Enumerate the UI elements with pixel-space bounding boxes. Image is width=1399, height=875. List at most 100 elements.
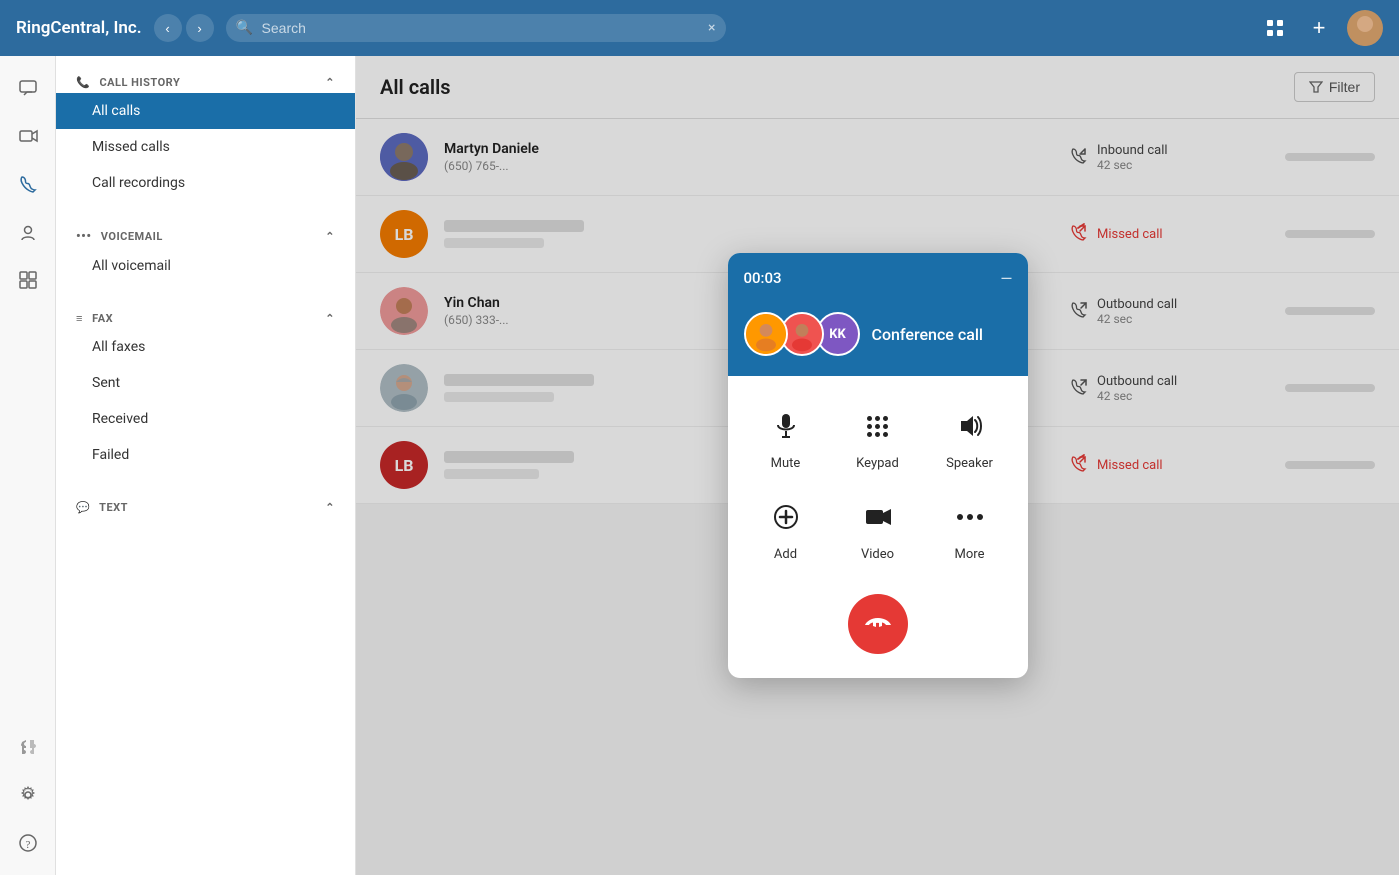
- puzzle-icon: [18, 737, 38, 757]
- video-control[interactable]: Video: [840, 495, 916, 562]
- sidebar-item-sent[interactable]: Sent: [56, 365, 355, 401]
- help-icon: ?: [18, 833, 38, 853]
- fax-icon: ≡: [76, 312, 83, 325]
- more-control[interactable]: More: [932, 495, 1008, 562]
- fax-section: ≡ FAX ⌃ All faxes Sent Received Failed: [56, 292, 355, 481]
- collapse-icon: ⌃: [325, 76, 335, 89]
- add-control[interactable]: Add: [748, 495, 824, 562]
- sidebar-item-failed[interactable]: Failed: [56, 437, 355, 473]
- dot: [867, 432, 872, 437]
- text-header[interactable]: 💬 TEXT ⌃: [56, 497, 355, 518]
- hangup-icon: [864, 616, 892, 632]
- modal-close-button[interactable]: –: [1001, 267, 1011, 288]
- dot: [883, 432, 888, 437]
- text-icon: 💬: [76, 501, 90, 514]
- collapse-fax-icon: ⌃: [325, 312, 335, 325]
- sidebar-item-phone[interactable]: [8, 164, 48, 204]
- sidebar-item-all-calls[interactable]: All calls: [56, 93, 355, 129]
- call-history-section: 📞 CALL HISTORY ⌃ All calls Missed calls …: [56, 56, 355, 209]
- video-label: Video: [861, 547, 894, 562]
- voicemail-icon: •••: [76, 229, 92, 244]
- hangup-button[interactable]: [848, 594, 908, 654]
- more-icon: [948, 495, 992, 539]
- forward-button[interactable]: ›: [186, 14, 214, 42]
- app-title: RingCentral, Inc.: [16, 18, 142, 38]
- settings-button[interactable]: [8, 775, 48, 815]
- video-svg: [864, 506, 892, 528]
- voicemail-section: ••• VOICEMAIL ⌃ All voicemail: [56, 209, 355, 292]
- back-button[interactable]: ‹: [154, 14, 182, 42]
- sidebar-item-all-voicemail[interactable]: All voicemail: [56, 248, 355, 284]
- call-timer: 00:03: [744, 269, 782, 287]
- video-ctrl-icon: [856, 495, 900, 539]
- sidebar-item-received[interactable]: Received: [56, 401, 355, 437]
- user-avatar[interactable]: [1347, 10, 1383, 46]
- conf-avatar-1: [744, 312, 788, 356]
- sidebar-item-call-recordings[interactable]: Call recordings: [56, 165, 355, 201]
- mute-icon: [764, 404, 808, 448]
- dot: [883, 424, 888, 429]
- conference-label: Conference call: [872, 325, 1012, 344]
- dot: [875, 432, 880, 437]
- dot: [875, 416, 880, 421]
- avatar-person1: [746, 312, 786, 356]
- search-clear-icon[interactable]: ×: [708, 20, 715, 36]
- dot: [875, 424, 880, 429]
- search-wrapper: 🔍 ×: [226, 14, 726, 42]
- mute-control[interactable]: Mute: [748, 404, 824, 471]
- avatar-image: [1347, 10, 1383, 46]
- grid-icon-button[interactable]: [1259, 12, 1291, 44]
- nav-buttons: ‹ ›: [154, 14, 214, 42]
- more-label: More: [955, 547, 985, 562]
- hangup-row: [748, 594, 1008, 654]
- modal-body: Mute: [728, 376, 1028, 678]
- integrations-button[interactable]: [8, 727, 48, 767]
- text-label: 💬 TEXT: [76, 501, 128, 514]
- sidebar-item-contacts[interactable]: [8, 212, 48, 252]
- sidebar: 📞 CALL HISTORY ⌃ All calls Missed calls …: [56, 56, 356, 875]
- keypad-control[interactable]: Keypad: [840, 404, 916, 471]
- collapse-voicemail-icon: ⌃: [325, 230, 335, 243]
- speaker-control[interactable]: Speaker: [932, 404, 1008, 471]
- video-icon: [18, 126, 38, 146]
- text-section: 💬 TEXT ⌃: [56, 481, 355, 526]
- sidebar-item-apps[interactable]: [8, 260, 48, 300]
- call-history-header[interactable]: 📞 CALL HISTORY ⌃: [56, 72, 355, 93]
- mute-label: Mute: [771, 456, 801, 471]
- voicemail-label: ••• VOICEMAIL: [76, 229, 163, 244]
- speaker-svg: [957, 414, 983, 438]
- speaker-label: Speaker: [946, 456, 993, 471]
- keypad-dots: [867, 416, 888, 437]
- more-dots-svg: [955, 511, 985, 523]
- add-label: Add: [774, 547, 797, 562]
- avatar-person2: [782, 312, 822, 356]
- search-input[interactable]: [226, 14, 726, 42]
- sidebar-item-video[interactable]: [8, 116, 48, 156]
- messages-icon: [18, 78, 38, 98]
- add-button[interactable]: +: [1303, 12, 1335, 44]
- collapse-text-icon: ⌃: [325, 501, 335, 514]
- contacts-icon: [18, 222, 38, 242]
- sidebar-item-all-faxes[interactable]: All faxes: [56, 329, 355, 365]
- phone-small-icon: 📞: [76, 76, 90, 89]
- dot: [867, 416, 872, 421]
- conference-avatars: KK: [744, 312, 860, 356]
- dot: [867, 424, 872, 429]
- icon-bar: ?: [0, 56, 56, 875]
- call-controls-grid: Mute: [748, 404, 1008, 562]
- fax-header[interactable]: ≡ FAX ⌃: [56, 308, 355, 329]
- conference-call-modal: 00:03 –: [728, 253, 1028, 678]
- modal-header: 00:03 –: [728, 253, 1028, 302]
- fax-label: ≡ FAX: [76, 312, 113, 325]
- keypad-icon: [856, 404, 900, 448]
- sidebar-item-messages[interactable]: [8, 68, 48, 108]
- add-svg: [773, 504, 799, 530]
- help-button[interactable]: ?: [8, 823, 48, 863]
- sidebar-item-missed-calls[interactable]: Missed calls: [56, 129, 355, 165]
- add-icon: [764, 495, 808, 539]
- speaker-icon: [948, 404, 992, 448]
- settings-icon: [18, 785, 38, 805]
- main-layout: ? 📞 CALL HISTORY ⌃ All calls Missed call…: [0, 56, 1399, 875]
- voicemail-header[interactable]: ••• VOICEMAIL ⌃: [56, 225, 355, 248]
- topbar: RingCentral, Inc. ‹ › 🔍 × +: [0, 0, 1399, 56]
